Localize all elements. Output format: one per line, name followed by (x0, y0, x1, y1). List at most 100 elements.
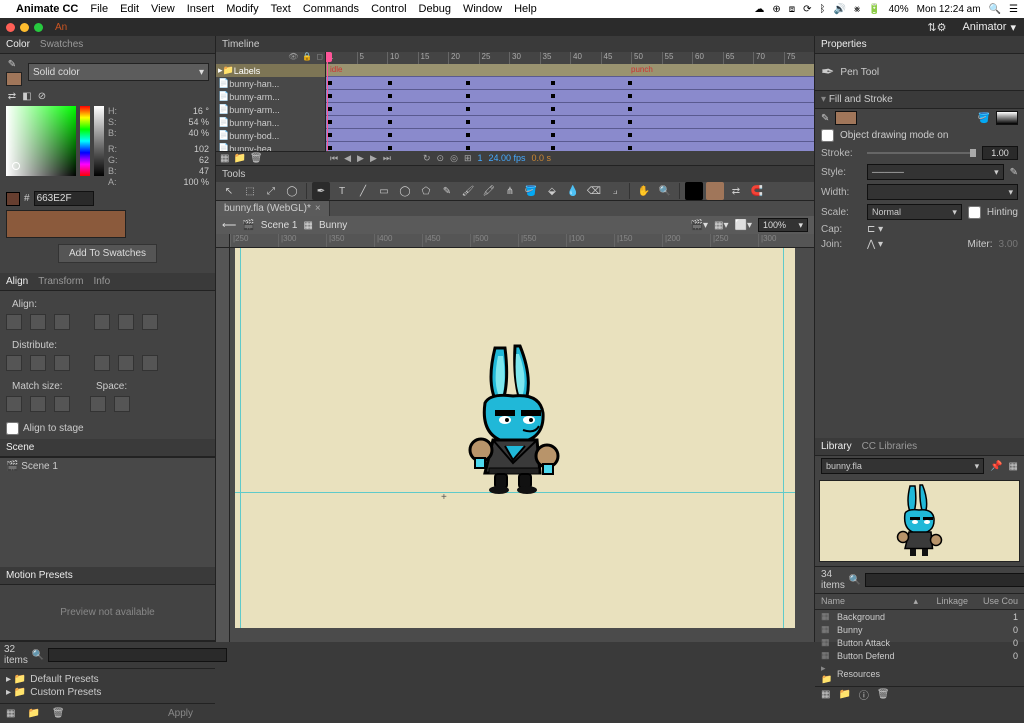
layer-item[interactable]: 📄 bunny-arm... (216, 90, 325, 103)
outline-column-icon[interactable]: ◻ (316, 52, 323, 64)
color-field[interactable] (6, 106, 76, 176)
goto-last-icon[interactable]: ⏭ (383, 153, 391, 164)
distribute-left-button[interactable] (94, 355, 110, 371)
stroke-color-tool[interactable] (685, 182, 703, 200)
miter-value[interactable]: 3.00 (999, 239, 1018, 250)
brush-tool[interactable]: 🖌 (459, 182, 477, 200)
library-item[interactable]: ▸📁Resources (815, 662, 1024, 686)
bone-tool[interactable]: ⋔ (501, 182, 519, 200)
track-row[interactable] (326, 90, 814, 103)
layer-item[interactable]: 📄 bunny-hea... (216, 142, 325, 151)
eyedropper-tool[interactable]: 💧 (564, 182, 582, 200)
pencil-tool[interactable]: ✎ (438, 182, 456, 200)
menu-file[interactable]: File (90, 3, 108, 15)
preset-search-input[interactable] (48, 648, 227, 662)
new-preset-icon[interactable]: ▦ (6, 708, 15, 719)
window-zoom-button[interactable] (34, 23, 43, 32)
stage-color-icon[interactable]: ⬜▾ (735, 220, 752, 231)
stroke-swatch[interactable] (996, 111, 1018, 125)
ink-bottle-tool[interactable]: ⬙ (543, 182, 561, 200)
pen-tool[interactable]: ✒ (312, 182, 330, 200)
align-hcenter-button[interactable] (30, 314, 46, 330)
menu-window[interactable]: Window (463, 3, 502, 15)
hinting-checkbox[interactable] (968, 206, 981, 219)
new-folder-layer-icon[interactable]: 📁 (233, 153, 245, 164)
selection-tool[interactable]: ↖ (220, 182, 238, 200)
stroke-color-icon[interactable]: ✎ (6, 58, 18, 70)
color-s[interactable]: 54 % (188, 117, 209, 127)
properties-lib-icon[interactable]: ⓘ (859, 687, 869, 702)
no-color-icon[interactable]: ⊘ (36, 90, 48, 102)
color-g[interactable]: 62 (199, 155, 209, 165)
scene-item[interactable]: 🎬 Scene 1 (0, 458, 215, 475)
wifi-icon[interactable]: ⨳ (854, 4, 860, 15)
notification-icon[interactable]: ☰ (1009, 4, 1018, 15)
color-a[interactable]: 100 % (183, 177, 209, 187)
edit-style-icon[interactable]: ✎ (1010, 167, 1018, 178)
join-select[interactable]: ⋀ ▾ (867, 239, 883, 250)
distribute-bottom-button[interactable] (54, 355, 70, 371)
width-select[interactable]: ▾ (867, 184, 1018, 200)
space-h-button[interactable] (114, 396, 130, 412)
menu-control[interactable]: Control (371, 3, 406, 15)
menu-help[interactable]: Help (514, 3, 537, 15)
distribute-vcenter-button[interactable] (30, 355, 46, 371)
guide-vertical[interactable] (783, 248, 784, 628)
tab-motion-presets[interactable]: Motion Presets (6, 570, 73, 581)
track-row[interactable] (326, 77, 814, 90)
guide-vertical[interactable] (240, 248, 241, 628)
track-row[interactable] (326, 142, 814, 151)
zoom-tool[interactable]: 🔍 (656, 182, 674, 200)
subselection-tool[interactable]: ⬚ (241, 182, 259, 200)
match-width-button[interactable] (6, 396, 22, 412)
sync-icon[interactable]: ⟳ (803, 4, 811, 15)
align-vcenter-button[interactable] (118, 314, 134, 330)
delete-preset-icon[interactable]: 🗑 (52, 708, 65, 719)
workspace-switcher[interactable]: Animator ▾ (954, 21, 1024, 34)
align-to-stage-checkbox[interactable] (6, 422, 19, 435)
app-name[interactable]: Animate CC (16, 3, 78, 15)
distribute-top-button[interactable] (6, 355, 22, 371)
fps-display[interactable]: 24.00 fps (489, 153, 526, 163)
cloud-icon[interactable]: ☁ (754, 4, 764, 15)
time-display[interactable]: 0.0 s (532, 153, 552, 163)
object-drawing-checkbox[interactable] (821, 129, 834, 142)
delete-layer-icon[interactable]: 🗑 (250, 153, 263, 164)
preset-folder-default[interactable]: ▸ 📁 Default Presets (6, 673, 209, 686)
tab-properties[interactable]: Properties (821, 39, 867, 50)
default-colors-icon[interactable]: ◧ (21, 90, 33, 102)
lasso-tool[interactable]: ◯ (283, 182, 301, 200)
loop-icon[interactable]: ↻ (423, 153, 431, 164)
canvas[interactable]: + (235, 248, 795, 628)
menu-text[interactable]: Text (271, 3, 291, 15)
new-folder-lib-icon[interactable]: 📁 (838, 689, 850, 700)
paint-brush-tool[interactable]: 🖍 (480, 182, 498, 200)
snap-tool-icon[interactable]: 🧲 (748, 182, 766, 200)
close-tab-icon[interactable]: × (315, 203, 321, 214)
color-b[interactable]: 40 % (188, 128, 209, 138)
breadcrumb-symbol[interactable]: Bunny (319, 220, 347, 231)
tab-cc-libraries[interactable]: CC Libraries (862, 441, 918, 452)
volume-icon[interactable]: 🔊 (834, 4, 846, 15)
width-tool[interactable]: ⟓ (606, 182, 624, 200)
distribute-right-button[interactable] (142, 355, 158, 371)
library-item[interactable]: ▦Button Defend0 (815, 649, 1024, 662)
playhead[interactable] (327, 52, 328, 151)
polystar-tool[interactable]: ⬠ (417, 182, 435, 200)
bluetooth-icon[interactable]: ᛒ (820, 4, 826, 15)
library-item[interactable]: ▦Background1 (815, 610, 1024, 623)
window-minimize-button[interactable] (20, 23, 29, 32)
layer-labels[interactable]: ▸📁 Labels (216, 64, 325, 77)
horizontal-ruler[interactable]: |250|300|350|400|450|500|550|100|150|200… (216, 234, 814, 248)
current-frame[interactable]: 1 (477, 153, 482, 163)
play-icon[interactable]: ▶ (357, 153, 364, 164)
tab-transform[interactable]: Transform (38, 276, 83, 287)
add-to-swatches-button[interactable]: Add To Swatches (58, 244, 157, 263)
frame-ruler[interactable]: 151015202530354045505560657075 (326, 52, 814, 64)
color-r[interactable]: 102 (194, 144, 209, 154)
edit-multiple-icon[interactable]: ⊞ (464, 153, 472, 164)
onion-outline-icon[interactable]: ◎ (450, 153, 458, 164)
timeline-tracks[interactable]: 151015202530354045505560657075 idle punc… (326, 52, 814, 151)
align-right-button[interactable] (54, 314, 70, 330)
dropbox-icon[interactable]: ⧈ (789, 4, 795, 15)
